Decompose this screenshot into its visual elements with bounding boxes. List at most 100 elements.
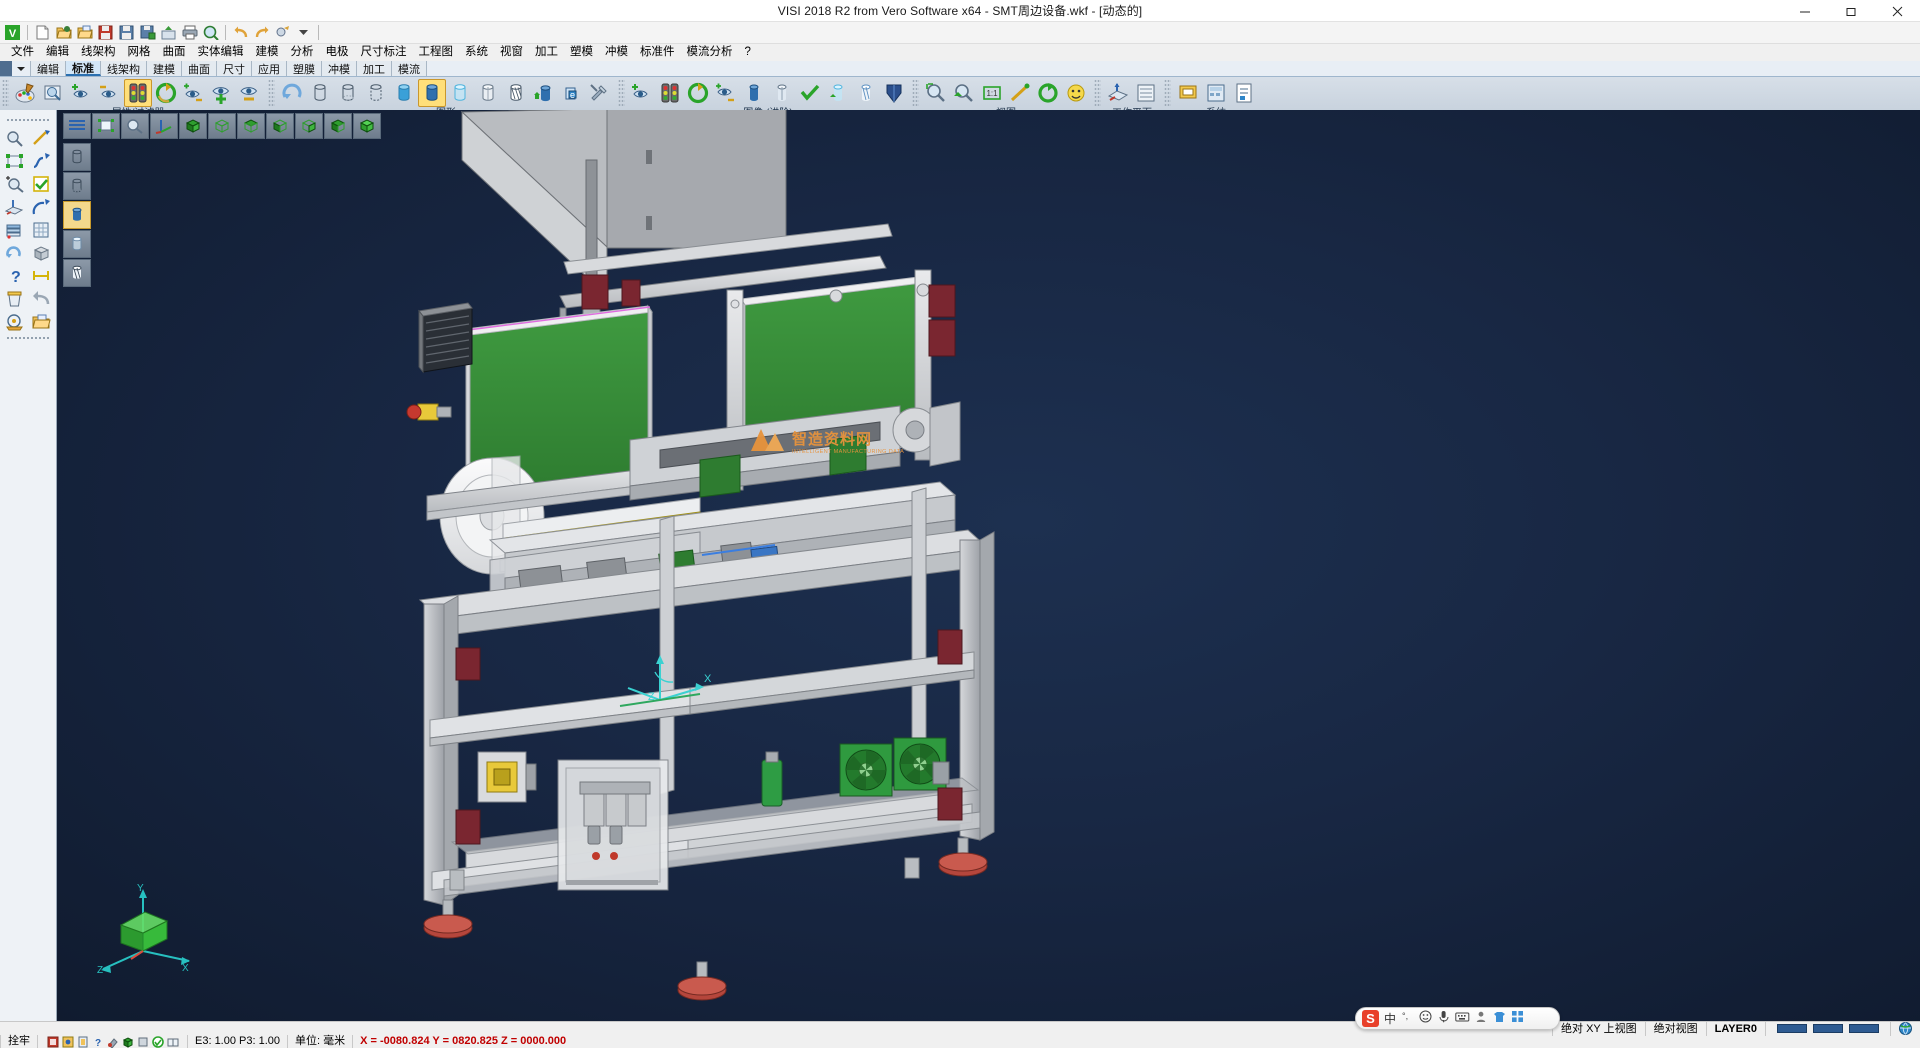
zoom-plusminus-icon[interactable] [1,172,28,195]
color-chip-3[interactable] [1849,1024,1879,1033]
tab-application[interactable]: 应用 [252,61,287,76]
system-config-icon[interactable] [1174,79,1202,107]
line-draw-icon[interactable] [28,126,55,149]
zoom-window-icon[interactable] [922,79,950,107]
ime-toolbar[interactable]: S 中 °, [1355,1007,1560,1030]
menu-item-9[interactable]: 尺寸标注 [355,44,413,61]
menu-item-2[interactable]: 线架构 [75,44,122,61]
menu-item-13[interactable]: 加工 [529,44,564,61]
grid-icon[interactable] [28,218,55,241]
transparent-icon[interactable] [446,79,474,107]
measure-icon[interactable] [28,264,55,287]
view-zoom-icon[interactable] [121,113,149,139]
menu-item-1[interactable]: 编辑 [40,44,75,61]
snap-center-icon[interactable]: ? [90,1036,105,1048]
shade-wireframe-icon[interactable] [63,143,91,171]
ribbon-grip[interactable] [1164,79,1171,107]
export-icon[interactable] [158,23,179,43]
snap-mid-icon[interactable] [75,1036,90,1048]
undo-tool-icon[interactable] [28,287,55,310]
layer-manager-icon[interactable] [40,79,68,107]
view-layers-icon[interactable] [63,113,91,139]
rotate-view-icon[interactable] [1034,79,1062,107]
dynamic-shade-icon[interactable] [530,79,558,107]
view-shaded-icon[interactable] [353,113,381,139]
ime-user-icon[interactable] [1475,1010,1488,1028]
status-layer[interactable]: LAYER0 [1706,1022,1765,1036]
shade-transparent-icon[interactable] [63,230,91,258]
menu-item-4[interactable]: 曲面 [157,44,192,61]
undo-icon[interactable] [230,23,251,43]
close-button[interactable] [1874,0,1920,22]
menu-item-0[interactable]: 文件 [5,44,40,61]
delete-icon[interactable] [1,287,28,310]
menu-item-16[interactable]: 标准件 [634,44,681,61]
view-iso-icon[interactable] [179,113,207,139]
hide-entities-icon[interactable] [96,79,124,107]
curve-draw-icon[interactable] [28,149,55,172]
color-chip-2[interactable] [1813,1024,1843,1033]
hidden-line-icon[interactable] [334,79,362,107]
graphics-settings-icon[interactable] [586,79,614,107]
status-view-type[interactable]: 绝对视图 [1645,1022,1706,1036]
ribbon-grip[interactable] [2,79,9,107]
tab-edit[interactable]: 编辑 [31,61,66,76]
view-axis-icon[interactable] [150,113,178,139]
print-icon[interactable] [179,23,200,43]
minimize-button[interactable] [1782,0,1828,22]
shade-hidden-icon[interactable] [63,172,91,200]
tab-surface[interactable]: 曲面 [182,61,217,76]
checkbox-confirm-icon[interactable] [28,172,55,195]
regenerate-icon[interactable] [278,79,306,107]
regenerate-icon[interactable] [1,241,28,264]
show-entities-icon[interactable] [68,79,96,107]
section-icon[interactable] [502,79,530,107]
workplane-list-icon[interactable] [1132,79,1160,107]
advanced-cyl-a-icon[interactable] [740,79,768,107]
view-top-icon[interactable] [208,113,236,139]
menu-item-15[interactable]: 冲模 [599,44,634,61]
advanced-refresh-icon[interactable] [684,79,712,107]
advanced-traffic-icon[interactable] [656,79,684,107]
save-as-icon[interactable] [116,23,137,43]
menu-item-3[interactable]: 网格 [122,44,157,61]
snap-end-icon[interactable] [135,1036,150,1048]
menu-item-help[interactable]: ? [739,44,757,61]
menu-item-14[interactable]: 塑模 [564,44,599,61]
open-file-icon[interactable] [53,23,74,43]
advanced-toggle-icon[interactable] [712,79,740,107]
ime-voice-icon[interactable] [1437,1010,1450,1028]
solid-box-icon[interactable] [28,241,55,264]
help-icon[interactable]: ? [1,264,28,287]
system-report-icon[interactable] [1230,79,1258,107]
redo-icon[interactable] [251,23,272,43]
ribbon-grip[interactable] [912,79,919,107]
render-scene-icon[interactable] [1,310,28,333]
chevron-down-icon[interactable] [12,61,31,76]
workplane-icon[interactable] [1,195,28,218]
snap-point-icon[interactable] [60,1036,75,1048]
ribbon-grip[interactable] [618,79,625,107]
shaded-wire-icon[interactable] [474,79,502,107]
view-right-icon[interactable] [295,113,323,139]
snap-perp-icon[interactable] [165,1036,180,1048]
ime-apps-icon[interactable] [1511,1010,1524,1028]
menu-item-6[interactable]: 建模 [250,44,285,61]
color-palette-icon[interactable] [12,79,40,107]
advanced-shield-icon[interactable] [880,79,908,107]
zoom-tool-icon[interactable] [1,126,28,149]
refresh-view-icon[interactable] [152,79,180,107]
menu-item-10[interactable]: 工程图 [413,44,460,61]
ime-mode-label[interactable]: 中 [1384,1010,1396,1027]
tab-moulding[interactable]: 塑膜 [287,61,322,76]
zoom-1to1-icon[interactable]: 1:1 [978,79,1006,107]
snap-solid-icon[interactable] [120,1036,135,1048]
tab-progressive[interactable]: 冲模 [322,61,357,76]
pan-icon[interactable] [1006,79,1034,107]
status-color-swatches[interactable] [1765,1022,1890,1036]
hidden-line-dashed-icon[interactable] [362,79,390,107]
view-fit-icon[interactable] [92,113,120,139]
snap-grid-icon[interactable] [45,1036,60,1048]
advanced-cyl-b-icon[interactable] [768,79,796,107]
tab-machining[interactable]: 加工 [357,61,392,76]
